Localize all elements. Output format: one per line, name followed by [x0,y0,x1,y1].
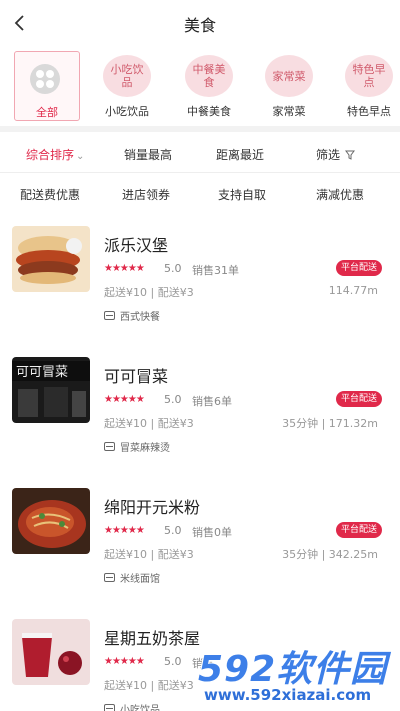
shop-thumbnail [12,488,90,554]
category-label: 中餐美食 [187,105,231,118]
shop-card[interactable]: 绵阳开元米粉 ★★★★★ 5.0 销售0单 平台配送 起送¥10 | 配送¥3 … [0,484,400,614]
category-all[interactable]: 全部 [14,51,80,121]
page-title: 美食 [183,16,216,35]
shop-rating: 5.0 [164,524,182,537]
filter-full-reduction[interactable]: 满减优惠 [316,186,364,203]
sort-filter[interactable]: 筛选 [316,146,355,163]
category-chinese[interactable]: 中餐美食 中餐美食 [176,51,242,121]
store-icon [104,573,115,582]
delivery-fee: 配送¥3 [157,286,194,299]
category-homestyle[interactable]: 家常菜 家常菜 [256,51,322,121]
sort-sales[interactable]: 销量最高 [124,146,172,163]
shop-tag: 米线面馆 [104,570,160,585]
tag-label: 小吃饮品 [120,705,160,711]
store-icon [104,442,115,451]
filter-self-pickup[interactable]: 支持自取 [218,186,266,203]
category-icon: 小吃饮品 [103,55,151,97]
tag-label: 米线面馆 [120,574,160,585]
shop-thumbnail [12,226,90,292]
shop-tag: 冒菜麻辣烫 [104,439,170,454]
shop-fees: 起送¥10 | 配送¥3 [104,548,194,561]
store-icon [104,311,115,320]
category-label: 特色早点 [347,105,391,118]
shop-sales: 销售31单 [192,264,239,277]
delivery-badge: 平台配送 [335,391,382,407]
category-snacks[interactable]: 小吃饮品 小吃饮品 [94,51,160,121]
delivery-fee: 配送¥3 [157,679,194,692]
filter-store-coupon[interactable]: 进店领券 [122,186,170,203]
category-label: 小吃饮品 [105,105,149,118]
shop-tag: 西式快餐 [104,308,160,323]
filter-icon [344,150,355,160]
filter-bar: 配送费优惠 进店领券 支持自取 满减优惠 [0,180,400,210]
sort-label: 销量最高 [124,148,173,162]
tag-label: 西式快餐 [120,312,160,323]
shop-tag: 小吃饮品 [104,701,160,711]
min-order: 起送¥10 [104,679,147,692]
category-label: 家常菜 [272,105,306,118]
category-label: 全部 [36,106,58,119]
filter-delivery-discount[interactable]: 配送费优惠 [20,186,80,203]
shop-fees: 起送¥10 | 配送¥3 [104,417,194,430]
star-rating-icon: ★★★★★ [104,525,145,536]
star-rating-icon: ★★★★★ [104,263,145,274]
delivery-badge: 平台配送 [335,522,382,538]
star-rating-icon: ★★★★★ [104,394,145,405]
shop-distance: 114.77m [328,284,378,297]
section-divider [0,126,400,132]
watermark-logo: 592软件园 [198,649,388,690]
shop-fees: 起送¥10 | 配送¥3 [104,679,194,692]
shop-thumbnail [12,619,90,685]
sort-label: 距离最近 [216,148,265,162]
shop-distance: 35分钟 | 171.32m [282,417,378,430]
category-icon: 家常菜 [265,55,313,97]
delivery-badge: 平台配送 [335,260,382,276]
shop-thumbnail: 可可冒菜 [12,357,90,423]
store-icon [104,704,115,711]
category-icon: 中餐美食 [185,55,233,97]
shop-fees: 起送¥10 | 配送¥3 [104,286,194,299]
min-order: 起送¥10 [104,548,147,561]
delivery-fee: 配送¥3 [157,417,194,430]
shop-name: 绵阳开元米粉 [104,498,201,517]
shop-name: 派乐汉堡 [104,236,169,255]
sort-distance[interactable]: 距离最近 [216,146,264,163]
shop-name: 星期五奶茶屋 [104,629,201,648]
category-icon: 特色早点 [345,55,393,97]
shop-name: 可可冒菜 [104,367,169,386]
category-row: 全部 小吃饮品 小吃饮品 中餐美食 中餐美食 家常菜 家常菜 特色早点 特色早点 [0,46,400,124]
shop-sales: 销售0单 [192,526,232,539]
watermark-url: www.592xiazai.com [204,686,372,704]
sort-divider [0,172,400,173]
watermark: 592软件园 www.592xiazai.com [198,640,394,708]
top-bar: 美食 [0,0,400,46]
tag-label: 冒菜麻辣烫 [120,443,170,454]
sort-label: 综合排序 [26,148,75,162]
sort-bar: 综合排序 ⌄ 销量最高 距离最近 筛选 [0,140,400,170]
chevron-down-icon: ⌄ [76,151,85,162]
grid-icon [30,64,60,94]
shop-distance: 35分钟 | 342.25m [282,548,378,561]
shop-rating: 5.0 [164,262,182,275]
svg-text:可可冒菜: 可可冒菜 [16,365,68,380]
star-rating-icon: ★★★★★ [104,656,145,667]
shop-card[interactable]: 可可冒菜 可可冒菜 ★★★★★ 5.0 销售6单 平台配送 起送¥10 | 配送… [0,353,400,483]
shop-sales: 销售6单 [192,395,232,408]
shop-card[interactable]: 派乐汉堡 ★★★★★ 5.0 销售31单 平台配送 起送¥10 | 配送¥3 1… [0,222,400,352]
delivery-fee: 配送¥3 [157,548,194,561]
sort-comprehensive[interactable]: 综合排序 ⌄ [26,146,84,163]
min-order: 起送¥10 [104,417,147,430]
shop-rating: 5.0 [164,655,182,668]
category-breakfast[interactable]: 特色早点 特色早点 [336,51,400,121]
sort-label: 筛选 [316,148,341,162]
shop-rating: 5.0 [164,393,182,406]
min-order: 起送¥10 [104,286,147,299]
